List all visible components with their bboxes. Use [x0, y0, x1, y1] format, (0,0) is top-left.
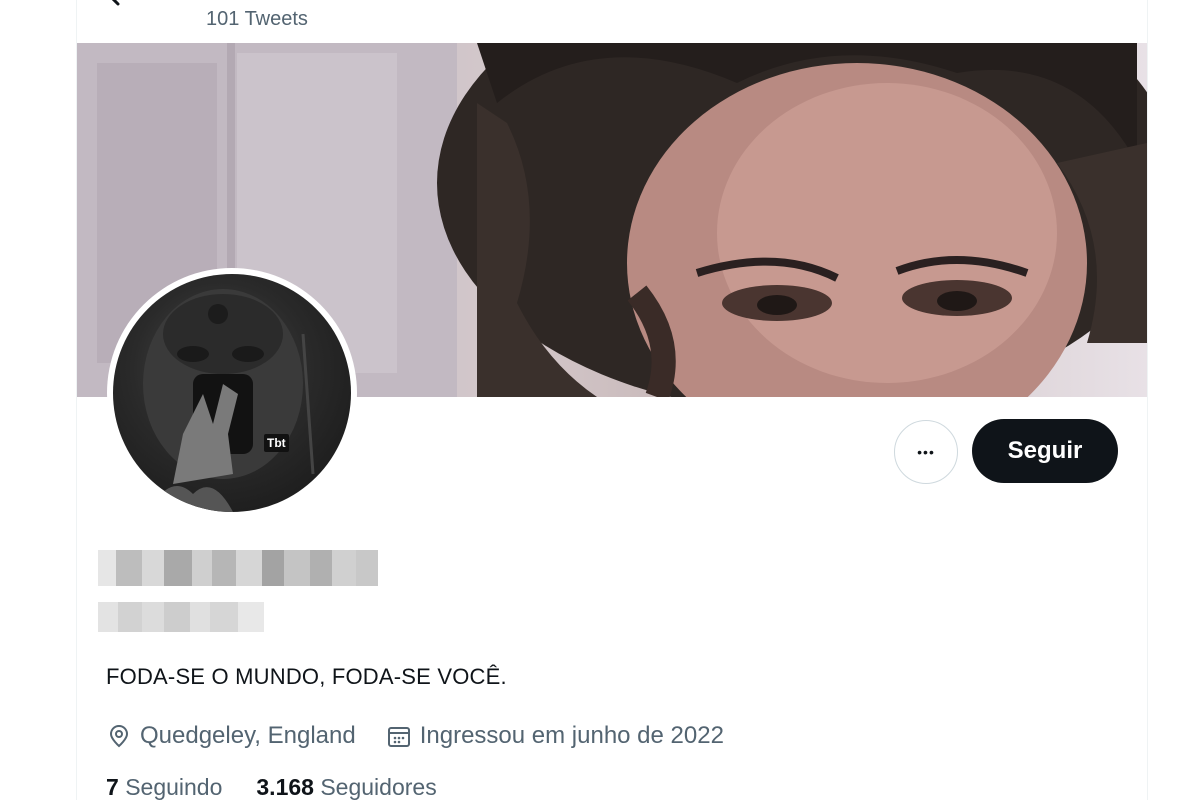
map-pin-icon — [109, 724, 129, 748]
following-count: 7 — [106, 774, 119, 800]
more-icon: ••• — [917, 444, 935, 460]
followers-link[interactable]: 3.168 Seguidores — [256, 774, 436, 800]
followers-count: 3.168 — [256, 774, 314, 800]
tweet-count: 101 Tweets — [206, 8, 308, 30]
profile-bio: FODA-SE O MUNDO, FODA-SE VOCÊ. — [106, 664, 507, 689]
follow-button[interactable]: Seguir — [972, 419, 1118, 483]
joined-item: Ingressou em junho de 2022 — [386, 722, 724, 750]
following-link[interactable]: 7 Seguindo — [106, 774, 222, 800]
calendar-icon — [387, 727, 410, 747]
joined-text: Ingressou em junho de 2022 — [419, 722, 724, 749]
more-options-button[interactable]: ••• — [894, 420, 958, 484]
arrow-left-icon[interactable] — [104, 0, 134, 6]
display-name-redacted — [98, 550, 378, 586]
avatar[interactable] — [107, 268, 357, 518]
follow-stats: 7 Seguindo 3.168 Seguidores — [106, 774, 437, 800]
location-item: Quedgeley, England — [106, 722, 356, 750]
avatar-badge: Tbt — [264, 434, 289, 452]
profile-meta: Quedgeley, England Ingressou em junho de… — [106, 720, 746, 752]
following-label: Seguindo — [125, 774, 223, 800]
avatar-photo — [113, 274, 351, 512]
location-text: Quedgeley, England — [140, 722, 356, 749]
followers-label: Seguidores — [320, 774, 437, 800]
handle-redacted — [98, 602, 264, 632]
profile-page: 101 Tweets Tbt ••• Seguir FODA-SE O MUND… — [0, 0, 1200, 800]
